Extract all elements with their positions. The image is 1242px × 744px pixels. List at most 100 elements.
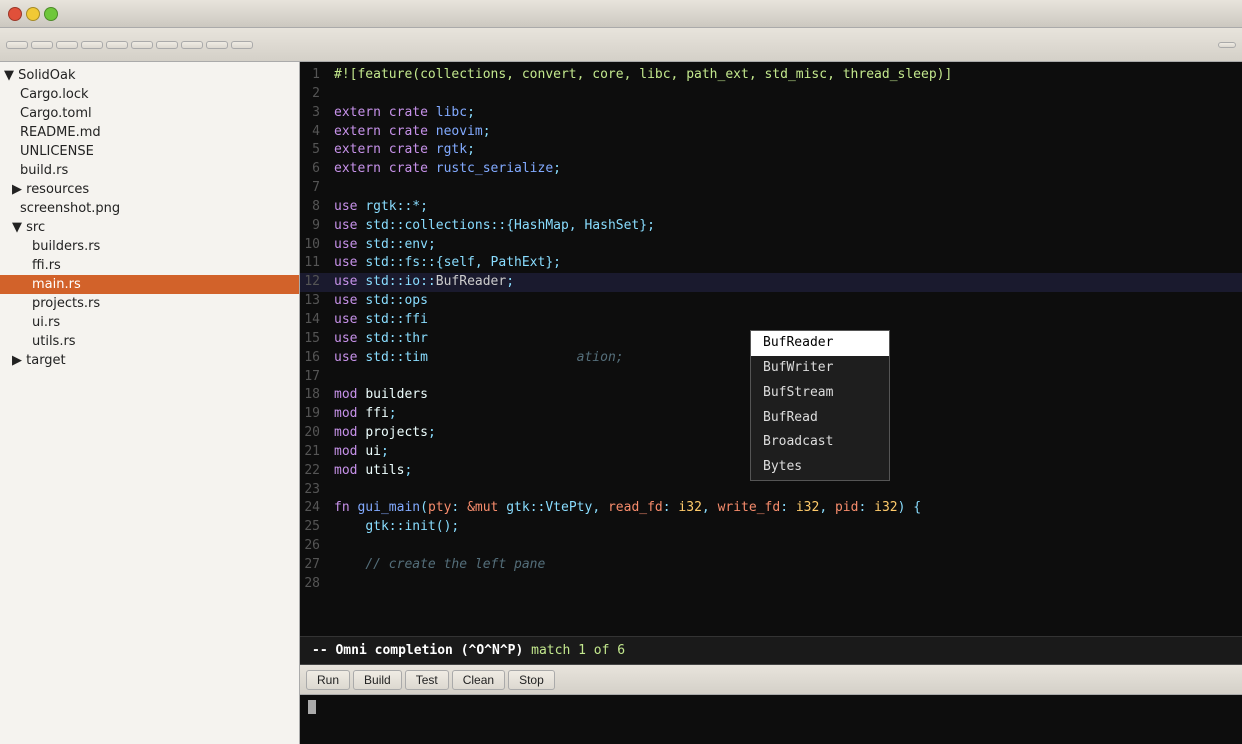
sidebar-item-ffi-rs[interactable]: ffi.rs: [0, 256, 299, 275]
cursor: [308, 700, 316, 714]
line-number: 6: [300, 160, 328, 179]
line-number: 11: [300, 254, 328, 273]
sidebar-item-screenshot[interactable]: screenshot.png: [0, 199, 299, 218]
line-content: [328, 575, 1242, 594]
sidebar-item-resources[interactable]: ▶ resources: [0, 180, 299, 199]
line-content: // create the left pane: [328, 556, 1242, 575]
sidebar-item-builders-rs[interactable]: builders.rs: [0, 237, 299, 256]
sidebar-item-main-rs[interactable]: main.rs: [0, 275, 299, 294]
line-content: use std::ffi: [328, 311, 1242, 330]
line-number: 8: [300, 198, 328, 217]
sidebar-item-unlicense[interactable]: UNLICENSE: [0, 142, 299, 161]
test-button[interactable]: Test: [405, 670, 449, 690]
status-text: -- Omni completion (^O^N^P) match 1 of 6: [312, 643, 625, 658]
code-line-8: 8use rgtk::*;: [300, 198, 1242, 217]
remove-button[interactable]: [81, 41, 103, 49]
bottom-toolbar: Run Build Test Clean Stop: [300, 665, 1242, 695]
line-number: 10: [300, 236, 328, 255]
sidebar-item-ui-rs[interactable]: ui.rs: [0, 313, 299, 332]
autocomplete-item-bufread[interactable]: BufRead: [751, 406, 889, 431]
clean-button[interactable]: Clean: [452, 670, 505, 690]
line-content: [328, 537, 1242, 556]
autocomplete-item-bufstream[interactable]: BufStream: [751, 381, 889, 406]
line-number: 12: [300, 273, 328, 292]
line-number: 24: [300, 499, 328, 518]
sidebar-item-readme[interactable]: README.md: [0, 123, 299, 142]
code-editor[interactable]: 1#![feature(collections, convert, core, …: [300, 62, 1242, 636]
line-content: extern crate neovim;: [328, 123, 1242, 142]
terminal-area[interactable]: [300, 695, 1242, 744]
line-number: 25: [300, 518, 328, 537]
line-number: 9: [300, 217, 328, 236]
line-number: 16: [300, 349, 328, 368]
autocomplete-dropdown: BufReader BufWriter BufStream BufRead Br…: [750, 330, 890, 481]
line-number: 13: [300, 292, 328, 311]
close-x-button[interactable]: [1218, 42, 1236, 48]
code-line-13: 13use std::ops: [300, 292, 1242, 311]
code-line-4: 4extern crate neovim;: [300, 123, 1242, 142]
build-button[interactable]: Build: [353, 670, 402, 690]
font-plus-button[interactable]: [206, 41, 228, 49]
sidebar-item-projects-rs[interactable]: projects.rs: [0, 294, 299, 313]
code-line-26: 26: [300, 537, 1242, 556]
line-number: 28: [300, 575, 328, 594]
sidebar-item-solidoak[interactable]: ▼ SolidOak: [0, 66, 299, 85]
sidebar-item-build-rs[interactable]: build.rs: [0, 161, 299, 180]
line-content: use std::env;: [328, 236, 1242, 255]
save-button[interactable]: [106, 41, 128, 49]
close-button[interactable]: [8, 7, 22, 21]
autocomplete-item-broadcast[interactable]: Broadcast: [751, 430, 889, 455]
code-line-9: 9use std::collections::{HashMap, HashSet…: [300, 217, 1242, 236]
redo-button[interactable]: [156, 41, 178, 49]
autocomplete-item-bytes[interactable]: Bytes: [751, 455, 889, 480]
sidebar-item-src[interactable]: ▼ src: [0, 218, 299, 237]
line-number: 23: [300, 481, 328, 500]
maximize-button[interactable]: [44, 7, 58, 21]
sidebar-item-cargo-toml[interactable]: Cargo.toml: [0, 104, 299, 123]
editor-area: 1#![feature(collections, convert, core, …: [300, 62, 1242, 744]
line-number: 22: [300, 462, 328, 481]
line-number: 19: [300, 405, 328, 424]
stop-button[interactable]: Stop: [508, 670, 555, 690]
toolbar: [0, 28, 1242, 62]
line-number: 21: [300, 443, 328, 462]
code-line-24: 24fn gui_main(pty: &mut gtk::VtePty, rea…: [300, 499, 1242, 518]
line-content: [328, 481, 1242, 500]
code-line-27: 27 // create the left pane: [300, 556, 1242, 575]
run-button[interactable]: Run: [306, 670, 350, 690]
code-line-12: 12use std::io::BufReader;: [300, 273, 1242, 292]
font-minus-button[interactable]: [181, 41, 203, 49]
import-button[interactable]: [31, 41, 53, 49]
code-line-3: 3extern crate libc;: [300, 104, 1242, 123]
new-project-button[interactable]: [6, 41, 28, 49]
statusbar: -- Omni completion (^O^N^P) match 1 of 6: [300, 636, 1242, 664]
code-line-28: 28: [300, 575, 1242, 594]
line-number: 5: [300, 141, 328, 160]
line-content: [328, 85, 1242, 104]
sidebar-item-cargo-lock[interactable]: Cargo.lock: [0, 85, 299, 104]
autocomplete-item-bufreader[interactable]: BufReader: [751, 331, 889, 356]
line-number: 27: [300, 556, 328, 575]
line-content: fn gui_main(pty: &mut gtk::VtePty, read_…: [328, 499, 1242, 518]
autocomplete-item-bufwriter[interactable]: BufWriter: [751, 356, 889, 381]
sidebar-item-target[interactable]: ▶ target: [0, 351, 299, 370]
line-number: 15: [300, 330, 328, 349]
code-line-1: 1#![feature(collections, convert, core, …: [300, 66, 1242, 85]
code-line-10: 10use std::env;: [300, 236, 1242, 255]
line-number: 17: [300, 368, 328, 387]
line-content: use std::collections::{HashMap, HashSet}…: [328, 217, 1242, 236]
code-line-2: 2: [300, 85, 1242, 104]
line-content: use rgtk::*;: [328, 198, 1242, 217]
sidebar-item-utils-rs[interactable]: utils.rs: [0, 332, 299, 351]
line-number: 3: [300, 104, 328, 123]
bottom-panel: Run Build Test Clean Stop: [300, 664, 1242, 744]
easy-mode-button[interactable]: [231, 41, 253, 49]
window-controls: [8, 7, 58, 21]
minimize-button[interactable]: [26, 7, 40, 21]
rename-button[interactable]: [56, 41, 78, 49]
code-line-25: 25 gtk::init();: [300, 518, 1242, 537]
undo-button[interactable]: [131, 41, 153, 49]
line-number: 18: [300, 386, 328, 405]
line-number: 2: [300, 85, 328, 104]
code-line-23: 23: [300, 481, 1242, 500]
